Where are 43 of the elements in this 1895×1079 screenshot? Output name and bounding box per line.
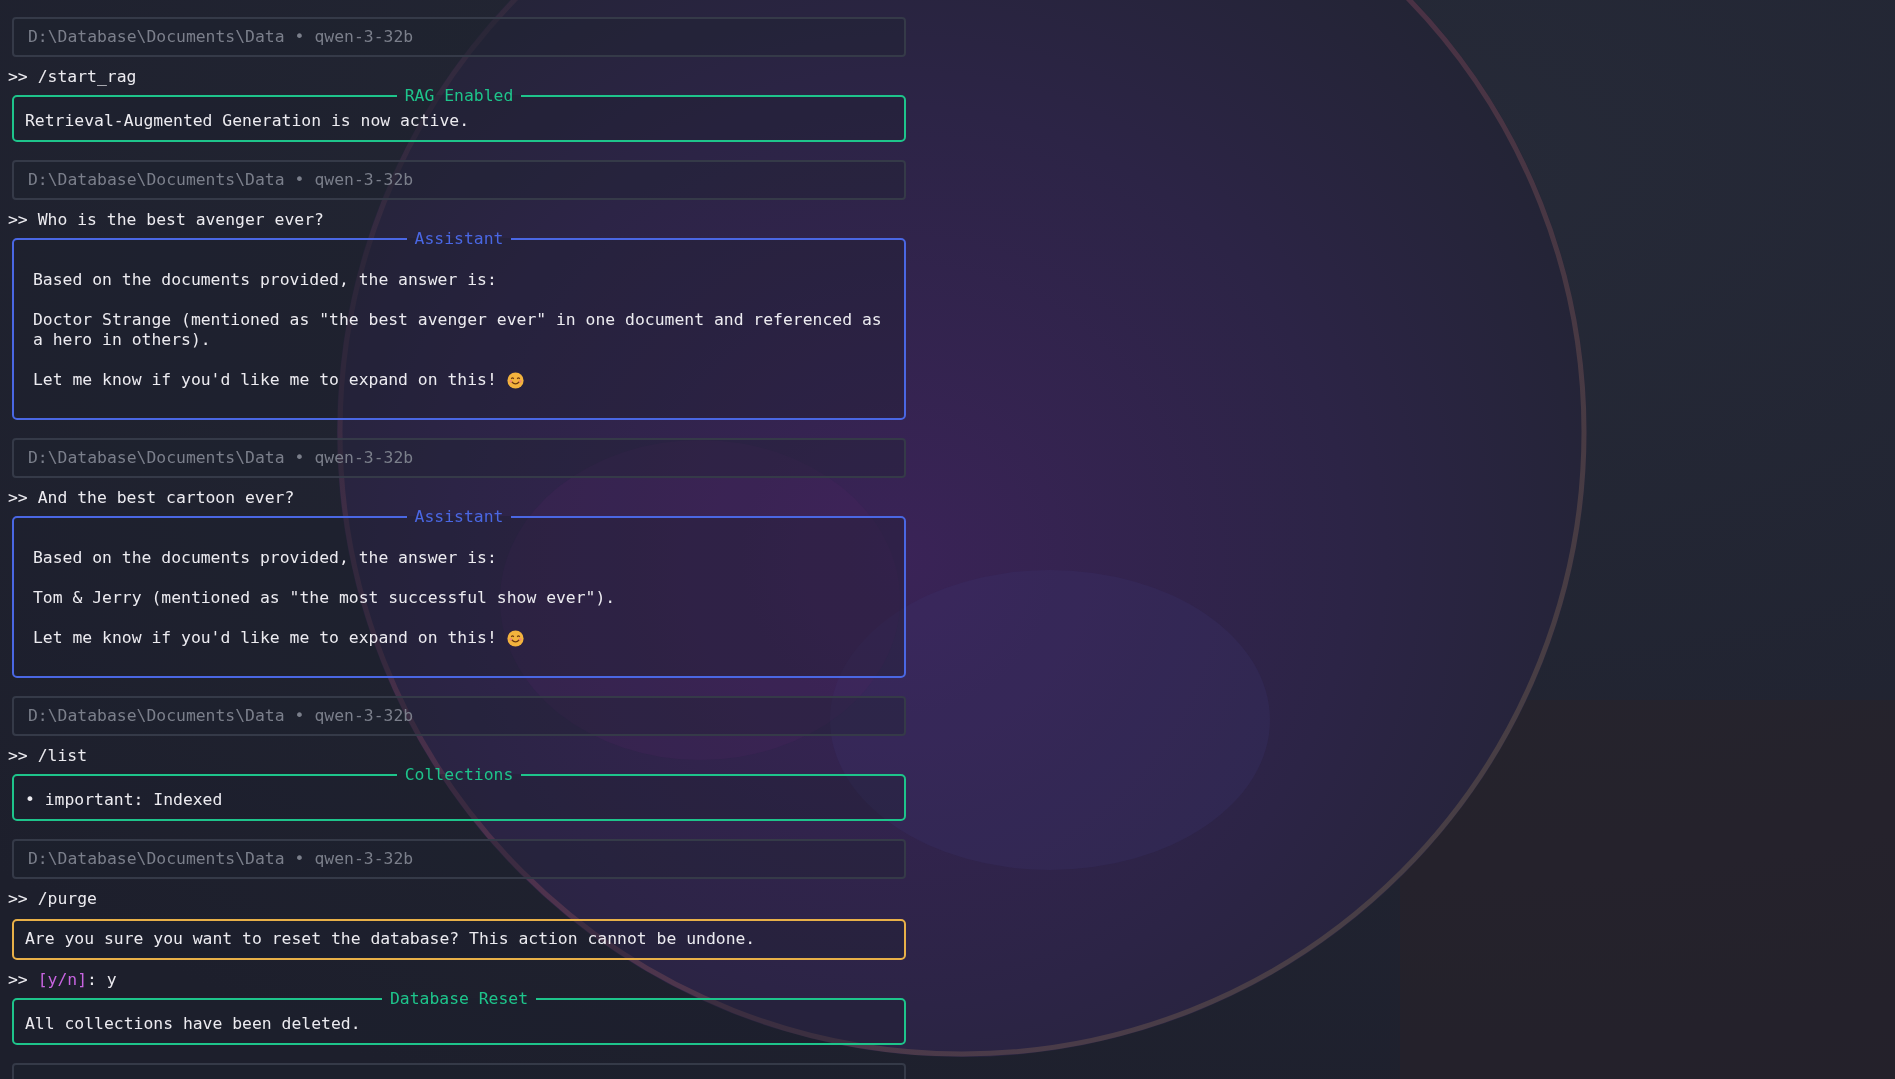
- command-text: And the best cartoon ever?: [37, 488, 295, 508]
- model-name: qwen-3-32b: [314, 448, 414, 468]
- message-text: All collections have been deleted.: [25, 1014, 361, 1034]
- command-text: Who is the best avenger ever?: [37, 210, 324, 230]
- prompt-marker: >>: [8, 970, 28, 990]
- message-text: Doctor Strange (mentioned as "the best avenger ever" in one document and referenced as a hero in others).: [33, 310, 883, 350]
- command-text: /start_rag: [37, 67, 137, 87]
- separator-dot: •: [294, 706, 305, 726]
- separator-dot: •: [294, 849, 305, 869]
- prompt-marker: >>: [8, 889, 28, 909]
- directory-path: D:\Database\Documents\Data: [28, 170, 285, 190]
- command-text: : y: [87, 970, 117, 990]
- separator-dot: •: [294, 170, 305, 190]
- message-text: • important: Indexed: [25, 790, 223, 810]
- prompt-marker: >>: [8, 488, 28, 508]
- command-text: /purge: [37, 889, 97, 909]
- directory-path: D:\Database\Documents\Data: [28, 849, 285, 869]
- prompt-marker: >>: [8, 67, 28, 87]
- option-hint: [y/n]: [37, 970, 88, 990]
- model-name: qwen-3-32b: [314, 849, 414, 869]
- message-text: Based on the documents provided, the answer is:: [33, 270, 497, 290]
- model-name: qwen-3-32b: [314, 170, 414, 190]
- message-text: Retrieval-Augmented Generation is now active.: [25, 111, 470, 131]
- command-text: /list: [37, 746, 88, 766]
- message-text: Are you sure you want to reset the database? This action cannot be undone.: [25, 929, 756, 949]
- directory-path: D:\Database\Documents\Data: [28, 27, 285, 47]
- panel-title: Database Reset: [388, 992, 530, 1006]
- message-text: Let me know if you'd like me to expand on this!: [33, 628, 497, 648]
- message-text: Tom & Jerry (mentioned as "the most successful show ever").: [33, 588, 616, 608]
- panel-title: RAG Enabled: [403, 89, 515, 103]
- panel-title: Assistant: [413, 510, 505, 524]
- prompt-marker: >>: [8, 210, 28, 230]
- message-text: Based on the documents provided, the answer is:: [33, 548, 497, 568]
- message-text: Let me know if you'd like me to expand on this!: [33, 370, 497, 390]
- separator-dot: •: [294, 448, 305, 468]
- directory-path: D:\Database\Documents\Data: [28, 448, 285, 468]
- model-name: qwen-3-32b: [314, 706, 414, 726]
- separator-dot: •: [294, 27, 305, 47]
- model-name: qwen-3-32b: [314, 27, 414, 47]
- prompt-marker: >>: [8, 746, 28, 766]
- panel-title: Collections: [403, 768, 515, 782]
- directory-path: D:\Database\Documents\Data: [28, 706, 285, 726]
- panel-title: Assistant: [413, 232, 505, 246]
